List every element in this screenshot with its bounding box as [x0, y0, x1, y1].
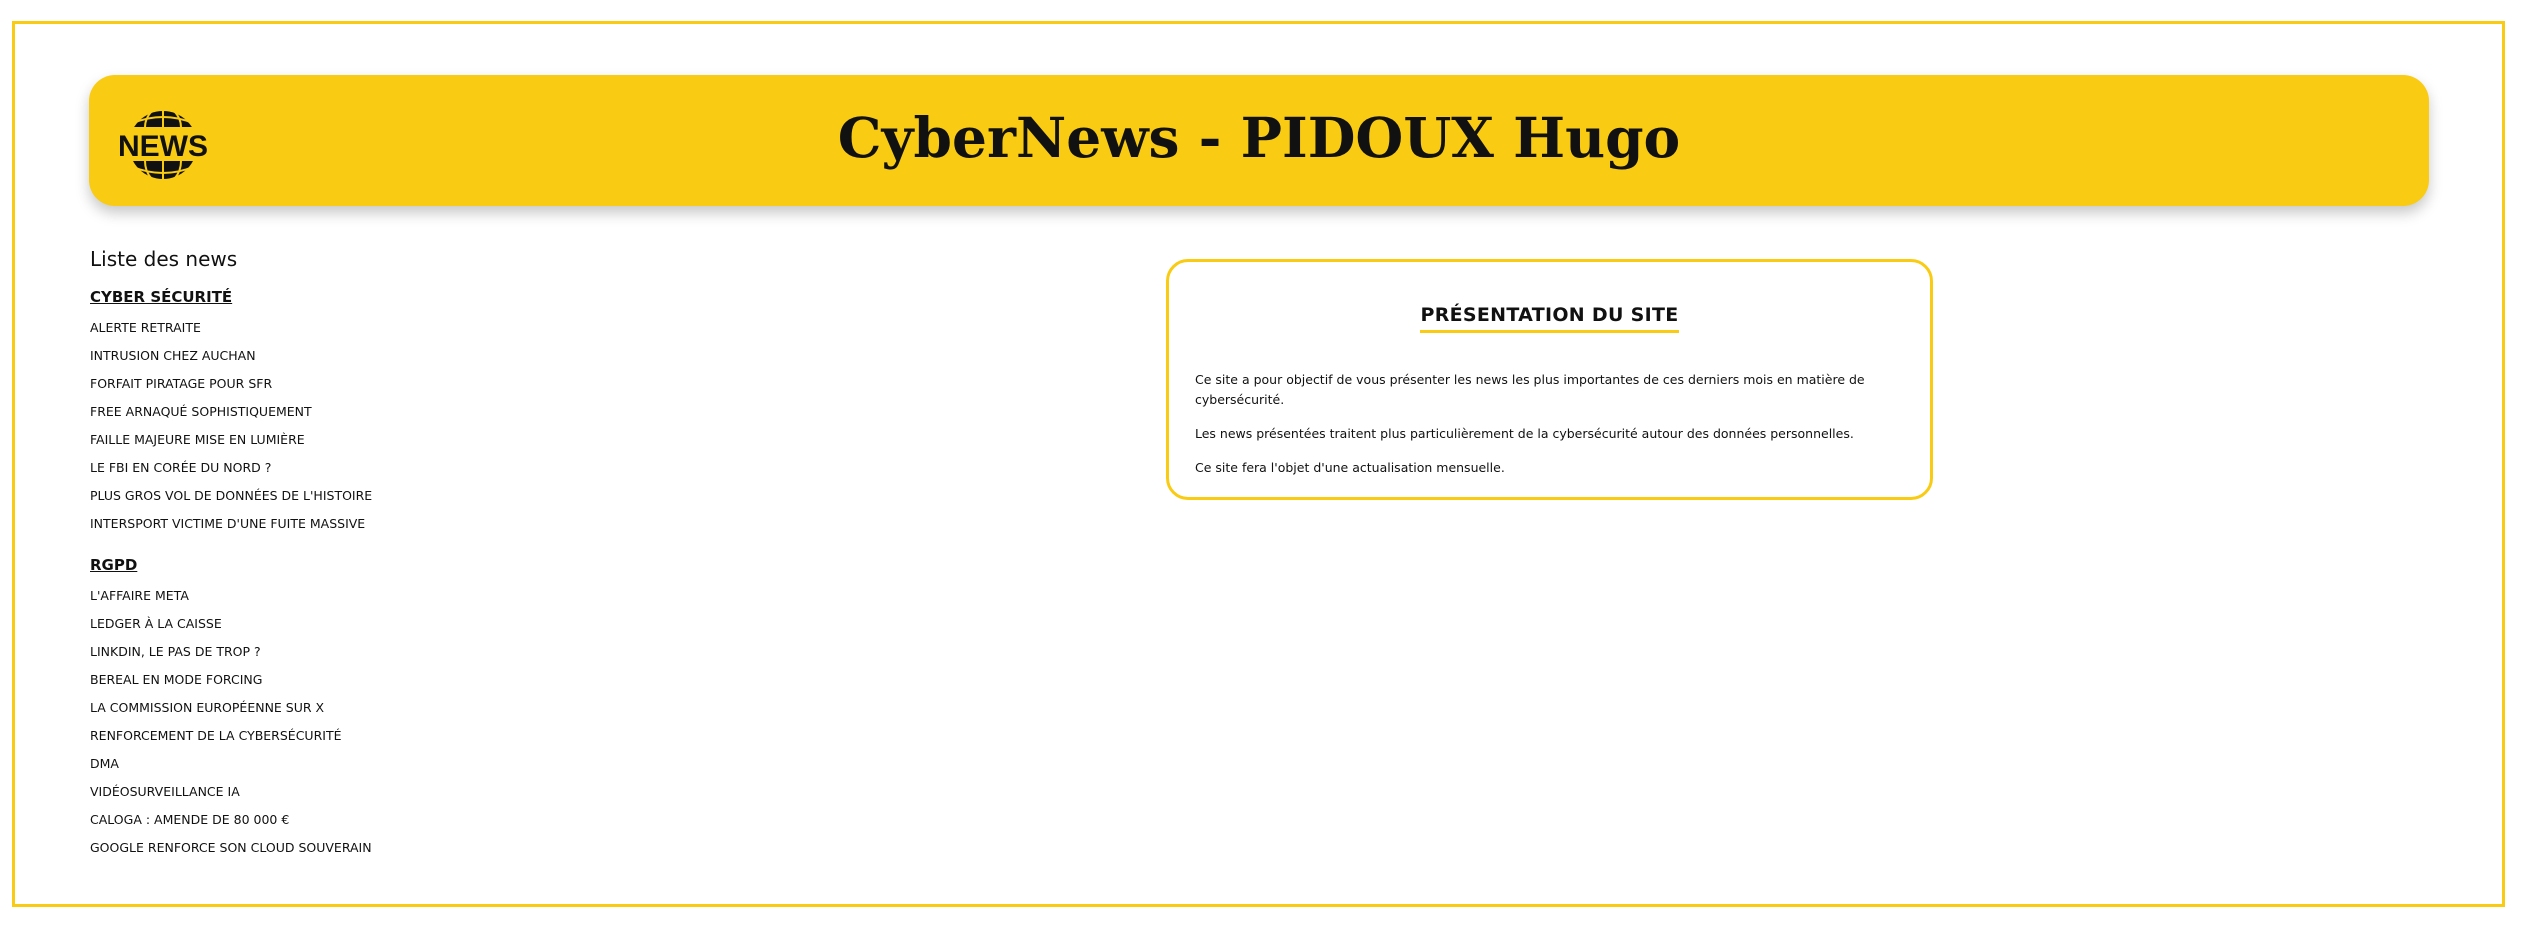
news-link-intersport-fuite[interactable]: Intersport victime d'une fuite massive	[90, 510, 610, 538]
presentation-body: Ce site a pour objectif de vous présente…	[1195, 370, 1910, 492]
presentation-paragraph: Ce site a pour objectif de vous présente…	[1195, 372, 1865, 407]
news-link-faille-majeure[interactable]: Faille majeure mise en lumière	[90, 426, 610, 454]
category-cyber-securite: Cyber sécurité Alerte retraite Intrusion…	[90, 286, 610, 538]
sidebar-heading: Liste des news	[90, 247, 238, 271]
category-title-cyber-securite[interactable]: Cyber sécurité	[90, 286, 610, 308]
news-link-commission-x[interactable]: La commission européenne sur X	[90, 694, 610, 722]
news-list-rgpd: L'affaire Meta Ledger à la caisse LinkDi…	[90, 582, 610, 862]
site-header: NEWS CyberNews - PIDOUX Hugo	[89, 75, 2429, 206]
news-link-videosurveillance[interactable]: Vidéosurveillance IA	[90, 778, 610, 806]
news-link-free-arnaque[interactable]: Free arnaqué sophistiquement	[90, 398, 610, 426]
news-sidebar: Liste des news Cyber sécurité Alerte ret…	[90, 244, 610, 878]
presentation-title: PRÉSENTATION DU SITE	[1169, 304, 1930, 333]
news-link-renforcement-cyber[interactable]: Renforcement de la cybersécurité	[90, 722, 610, 750]
news-link-linkdin[interactable]: LinkDin, le pas de trop ?	[90, 638, 610, 666]
category-rgpd: RGPD L'affaire Meta Ledger à la caisse L…	[90, 554, 610, 862]
category-title-rgpd[interactable]: RGPD	[90, 554, 610, 576]
page-title: CyberNews - PIDOUX Hugo	[837, 105, 1681, 170]
news-link-google-cloud[interactable]: Google renforce son cloud souverain	[90, 834, 610, 862]
news-link-caloga[interactable]: Caloga : amende de 80 000 €	[90, 806, 610, 834]
presentation-paragraph: Ce site fera l'objet d'une actualisation…	[1195, 460, 1505, 475]
presentation-paragraph: Les news présentées traitent plus partic…	[1195, 426, 1854, 441]
news-link-dma[interactable]: DMA	[90, 750, 610, 778]
news-link-intrusion-auchan[interactable]: Intrusion chez Auchan	[90, 342, 610, 370]
news-list-cyber-securite: Alerte retraite Intrusion chez Auchan Fo…	[90, 314, 610, 538]
presentation-title-text: PRÉSENTATION DU SITE	[1420, 304, 1679, 333]
news-link-ledger-caisse[interactable]: Ledger à la caisse	[90, 610, 610, 638]
news-link-alerte-retraite[interactable]: Alerte retraite	[90, 314, 610, 342]
news-link-gros-vol-donnees[interactable]: Plus gros vol de données de l'histoire	[90, 482, 610, 510]
news-link-fbi-coree[interactable]: Le FBI en Corée du Nord ?	[90, 454, 610, 482]
presentation-card: PRÉSENTATION DU SITE Ce site a pour obje…	[1166, 259, 1933, 500]
news-link-bereal[interactable]: BeReal en mode forcing	[90, 666, 610, 694]
news-link-forfait-sfr[interactable]: Forfait piratage pour SFR	[90, 370, 610, 398]
news-link-affaire-meta[interactable]: L'affaire Meta	[90, 582, 610, 610]
